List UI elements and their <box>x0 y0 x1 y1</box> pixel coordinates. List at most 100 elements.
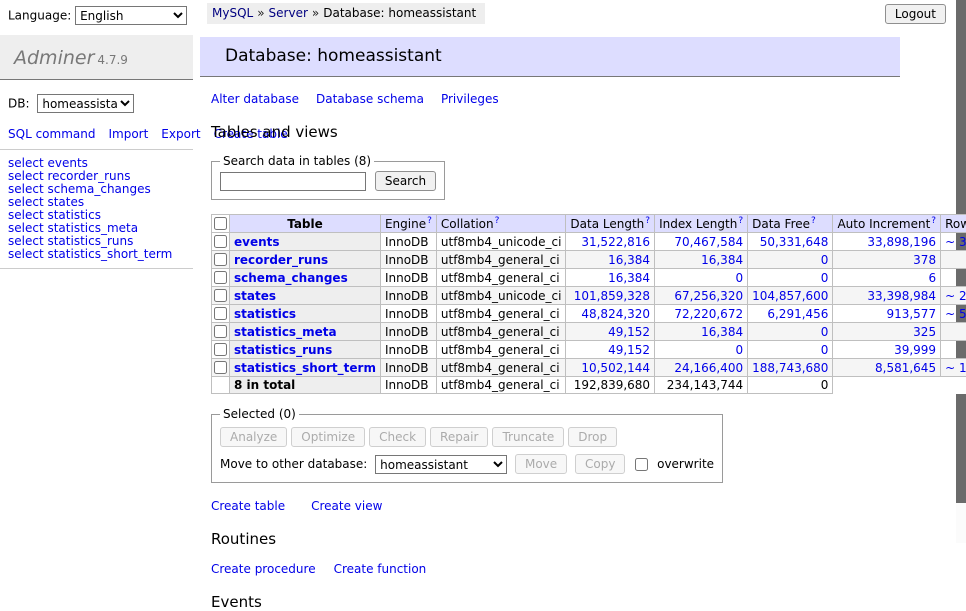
auto-increment-link[interactable]: 913,577 <box>886 307 936 321</box>
row-checkbox[interactable] <box>214 289 227 302</box>
data-free-link[interactable]: 188,743,680 <box>752 361 828 375</box>
index-length-link[interactable]: 16,384 <box>701 253 743 267</box>
table-link-statistics[interactable]: statistics <box>234 307 296 321</box>
cell-index-length: 16,384 <box>655 251 748 269</box>
rows-link[interactable]: ~ 312,180 <box>945 235 966 249</box>
breadcrumb-separator: » <box>312 6 319 20</box>
sidebar-link-export[interactable]: Export <box>161 127 200 141</box>
language-row: Language: English <box>0 0 193 25</box>
analyze-button[interactable]: Analyze <box>220 427 287 447</box>
row-checkbox[interactable] <box>214 253 227 266</box>
sidebar-item-select-statistics-short-term[interactable]: select statistics_short_term <box>8 248 193 261</box>
table-link-statistics-short-term[interactable]: statistics_short_term <box>234 361 376 375</box>
data-length-link[interactable]: 16,384 <box>608 271 650 285</box>
help-link[interactable]: ? <box>645 216 650 226</box>
auto-increment-link[interactable]: 39,999 <box>894 343 936 357</box>
data-free-link[interactable]: 0 <box>821 253 829 267</box>
auto-increment-link[interactable]: 325 <box>913 325 936 339</box>
cell-rows: ~ 299,833 <box>941 287 966 305</box>
index-length-link[interactable]: 0 <box>735 271 743 285</box>
data-free-link[interactable]: 0 <box>821 325 829 339</box>
breadcrumb-link-server[interactable]: Server <box>269 6 308 20</box>
row-checkbox[interactable] <box>214 271 227 284</box>
overwrite-checkbox[interactable] <box>635 458 648 471</box>
index-length-link[interactable]: 16,384 <box>701 325 743 339</box>
search-button[interactable]: Search <box>375 171 436 191</box>
copy-button[interactable]: Copy <box>575 454 625 474</box>
database-schema-link[interactable]: Database schema <box>316 92 424 106</box>
data-length-link[interactable]: 31,522,816 <box>581 235 650 249</box>
select-all-checkbox[interactable] <box>214 217 227 230</box>
row-checkbox[interactable] <box>214 235 227 248</box>
auto-increment-link[interactable]: 8,581,645 <box>875 361 936 375</box>
auto-increment-link[interactable]: 33,398,984 <box>867 289 936 303</box>
row-checkbox[interactable] <box>214 307 227 320</box>
data-length-link[interactable]: 49,152 <box>608 325 650 339</box>
table-link-statistics-meta[interactable]: statistics_meta <box>234 325 337 339</box>
data-free-link[interactable]: 6,291,456 <box>767 307 828 321</box>
data-length-link[interactable]: 48,824,320 <box>581 307 650 321</box>
create-links-row: Create table Create view <box>211 499 900 513</box>
rows-link[interactable]: ~ 136,108 <box>945 361 966 375</box>
create-table-link[interactable]: Create table <box>211 499 285 513</box>
help-link[interactable]: ? <box>738 216 743 226</box>
help-link[interactable]: ? <box>427 216 432 226</box>
table-link-recorder-runs[interactable]: recorder_runs <box>234 253 328 267</box>
help-link[interactable]: ? <box>931 216 936 226</box>
auto-increment-link[interactable]: 6 <box>928 271 936 285</box>
data-free-link[interactable]: 50,331,648 <box>760 235 829 249</box>
cell-collation: utf8mb4_general_ci <box>436 269 566 287</box>
optimize-button[interactable]: Optimize <box>291 427 365 447</box>
drop-button[interactable]: Drop <box>568 427 617 447</box>
repair-button[interactable]: Repair <box>430 427 488 447</box>
sidebar-link-import[interactable]: Import <box>108 127 148 141</box>
index-length-link[interactable]: 72,220,672 <box>674 307 743 321</box>
truncate-button[interactable]: Truncate <box>492 427 564 447</box>
index-length-link[interactable]: 67,256,320 <box>674 289 743 303</box>
cell-index-length: 72,220,672 <box>655 305 748 323</box>
data-length-link[interactable]: 10,502,144 <box>581 361 650 375</box>
table-link-events[interactable]: events <box>234 235 280 249</box>
column-header-label: Table <box>287 217 323 231</box>
auto-increment-link[interactable]: 378 <box>913 253 936 267</box>
check-button[interactable]: Check <box>369 427 426 447</box>
move-db-select[interactable]: homeassistant <box>375 455 507 474</box>
table-name-cell: events <box>230 233 381 251</box>
data-length-link[interactable]: 101,859,328 <box>574 289 650 303</box>
search-input[interactable] <box>220 172 366 191</box>
index-length-link[interactable]: 24,166,400 <box>674 361 743 375</box>
db-select[interactable]: homeassistant <box>37 94 134 113</box>
table-row-recorder-runs: recorder_runsInnoDButf8mb4_general_ci16,… <box>212 251 966 269</box>
row-checkbox[interactable] <box>214 325 227 338</box>
data-length-link[interactable]: 49,152 <box>608 343 650 357</box>
search-legend: Search data in tables (8) <box>220 154 374 168</box>
table-link-schema-changes[interactable]: schema_changes <box>234 271 348 285</box>
breadcrumb-link-mysql[interactable]: MySQL <box>212 6 253 20</box>
help-link[interactable]: ? <box>495 216 500 226</box>
rows-link[interactable]: ~ 299,833 <box>945 289 966 303</box>
index-length-link[interactable]: 70,467,584 <box>674 235 743 249</box>
language-select[interactable]: English <box>75 6 187 25</box>
create-function-link[interactable]: Create function <box>334 562 427 576</box>
create-view-link[interactable]: Create view <box>311 499 382 513</box>
footer-data-length: 192,839,680 <box>566 377 655 394</box>
sidebar-link-sql-command[interactable]: SQL command <box>8 127 95 141</box>
alter-database-link[interactable]: Alter database <box>211 92 299 106</box>
privileges-link[interactable]: Privileges <box>441 92 499 106</box>
create-procedure-link[interactable]: Create procedure <box>211 562 316 576</box>
index-length-link[interactable]: 0 <box>735 343 743 357</box>
data-length-link[interactable]: 16,384 <box>608 253 650 267</box>
table-link-states[interactable]: states <box>234 289 276 303</box>
row-checkbox[interactable] <box>214 361 227 374</box>
data-free-link[interactable]: 104,857,600 <box>752 289 828 303</box>
cell-engine: InnoDB <box>380 287 436 305</box>
auto-increment-link[interactable]: 33,898,196 <box>867 235 936 249</box>
cell-rows: ~ 244 <box>941 323 966 341</box>
row-checkbox[interactable] <box>214 343 227 356</box>
data-free-link[interactable]: 0 <box>821 271 829 285</box>
data-free-link[interactable]: 0 <box>821 343 829 357</box>
rows-link[interactable]: ~ 569,159 <box>945 307 966 321</box>
move-button[interactable]: Move <box>515 454 567 474</box>
help-link[interactable]: ? <box>811 216 816 226</box>
table-link-statistics-runs[interactable]: statistics_runs <box>234 343 332 357</box>
